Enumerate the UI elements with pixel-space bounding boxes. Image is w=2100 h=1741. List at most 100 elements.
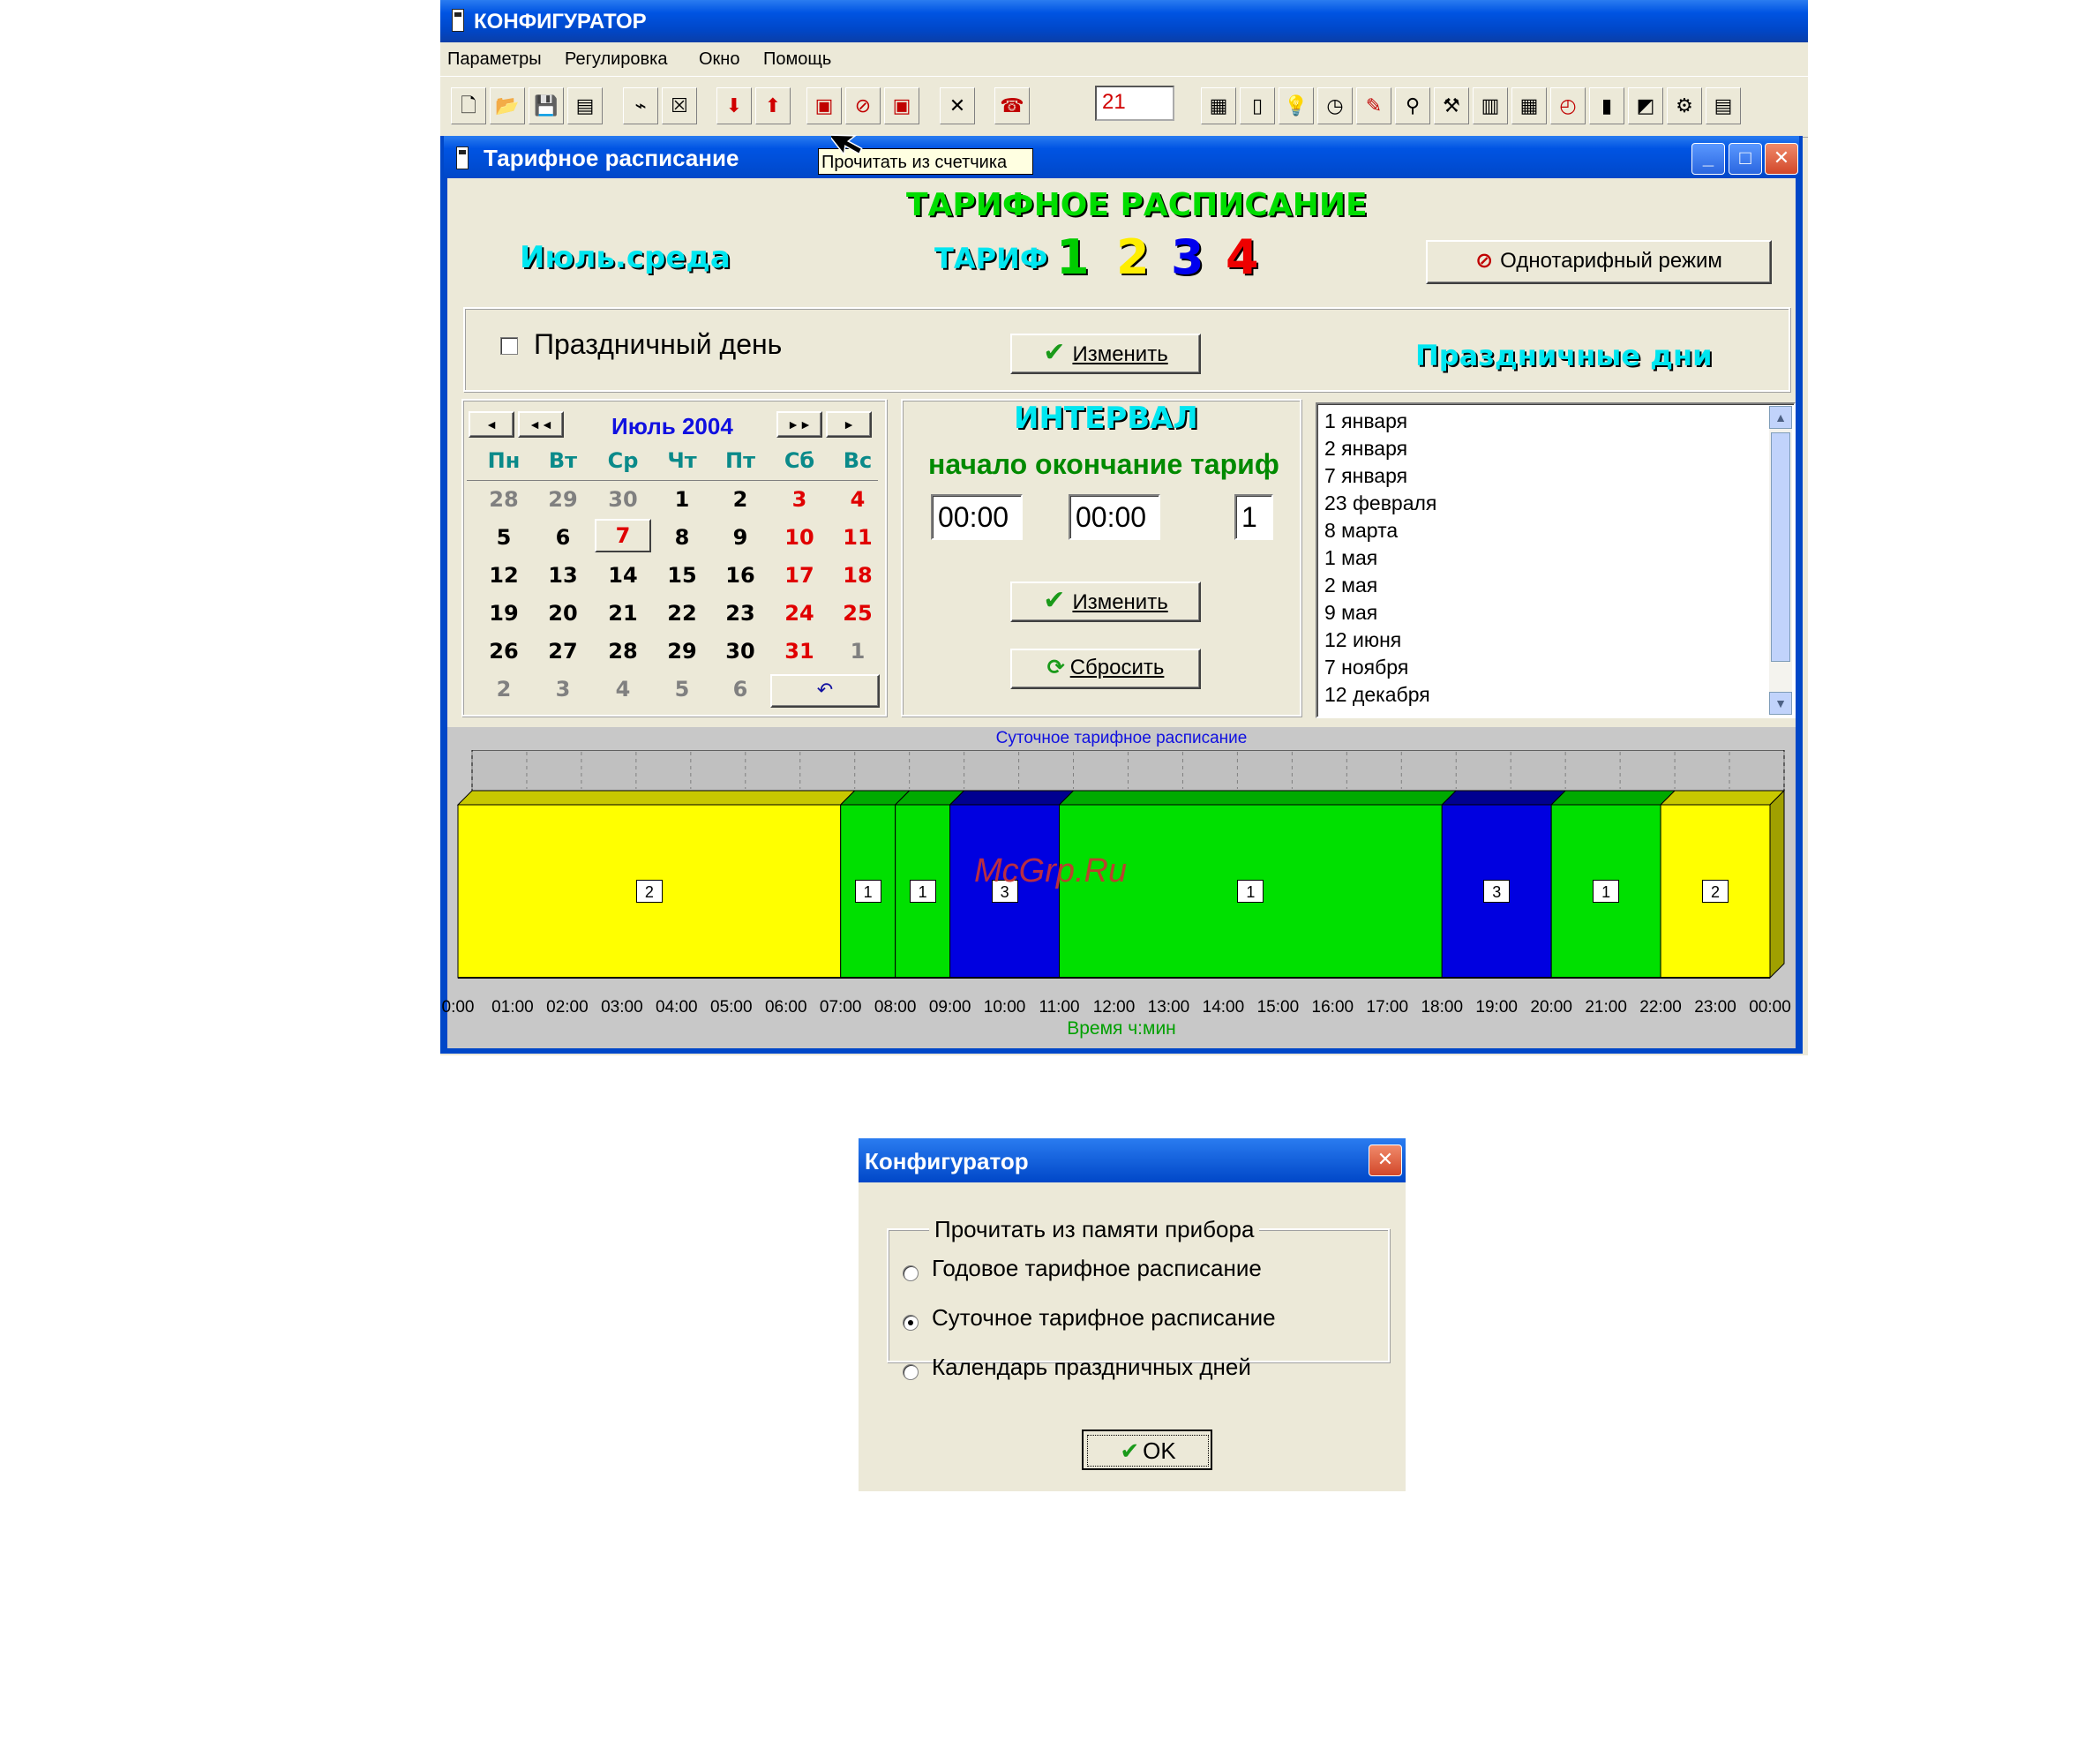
calendar-day[interactable]: 14	[596, 563, 649, 588]
calendar-day[interactable]: 21	[596, 601, 649, 626]
calculator-icon[interactable]: ▥	[1473, 87, 1508, 124]
child-titlebar[interactable]: Тарифное расписание _ □ ✕	[444, 136, 1799, 178]
calendar-day[interactable]: 28	[477, 487, 530, 512]
calendar-day[interactable]: 19	[477, 601, 530, 626]
calendar-day[interactable]: 3	[536, 677, 589, 702]
scroll-down-icon[interactable]: ▼	[1769, 692, 1792, 715]
calendar-day[interactable]: 30	[596, 487, 649, 512]
calendar-day-selected[interactable]: 7	[595, 519, 651, 552]
calendar-day[interactable]: 27	[536, 639, 589, 664]
radio-label[interactable]: Суточное тарифное расписание	[932, 1304, 1276, 1332]
calendar-day[interactable]: 13	[536, 563, 589, 588]
calendar-day[interactable]: 31	[773, 639, 826, 664]
scroll-thumb[interactable]	[1771, 432, 1790, 662]
app-titlebar[interactable]: КОНФИГУРАТОР	[440, 0, 1808, 42]
holiday-list-item[interactable]: 1 января	[1324, 409, 1407, 433]
phone-icon[interactable]: ☎	[994, 87, 1030, 124]
calendar-day[interactable]: 5	[477, 525, 530, 550]
calendar-day[interactable]: 4	[596, 677, 649, 702]
menu-parameters[interactable]: Параметры	[447, 49, 542, 70]
clock-icon[interactable]: ◴	[1550, 87, 1586, 124]
stop-icon[interactable]: ⊘	[845, 87, 881, 124]
minimize-button[interactable]: _	[1691, 143, 1725, 175]
new-file-icon[interactable]: 🗋	[451, 87, 486, 124]
radio-button[interactable]	[903, 1265, 919, 1281]
holiday-list-item[interactable]: 2 января	[1324, 437, 1407, 461]
calendar-day[interactable]: 3	[773, 487, 826, 512]
calendar-day[interactable]: 6	[714, 677, 767, 702]
calendar-day[interactable]: 1	[656, 487, 709, 512]
interval-tariff-input[interactable]: 1	[1234, 494, 1273, 540]
save-icon[interactable]: 💾	[529, 87, 564, 124]
dialog-close-icon[interactable]: ✕	[1369, 1144, 1402, 1176]
prev-month-button[interactable]: ◄	[469, 411, 514, 438]
reset-interval-button[interactable]: ⟳ Сбросить	[1010, 649, 1201, 689]
holiday-list-item[interactable]: 9 мая	[1324, 601, 1377, 625]
calendar-day[interactable]: 8	[656, 525, 709, 550]
next-month-button[interactable]: ►	[826, 411, 872, 438]
holiday-list-item[interactable]: 23 февраля	[1324, 492, 1436, 515]
calendar-day[interactable]: 29	[656, 639, 709, 664]
calendar-day[interactable]: 6	[536, 525, 589, 550]
holiday-list-item[interactable]: 12 июня	[1324, 628, 1401, 652]
calendar-day[interactable]: 4	[831, 487, 884, 512]
holiday-list-item[interactable]: 8 марта	[1324, 519, 1398, 543]
menu-window[interactable]: Окно	[699, 49, 739, 70]
calendar-day[interactable]: 20	[536, 601, 589, 626]
device-icon[interactable]: ▯	[1240, 87, 1275, 124]
change-interval-button[interactable]: ✔ Изменить	[1010, 582, 1201, 622]
calendar-day[interactable]: 25	[831, 601, 884, 626]
holidays-scrollbar[interactable]: ▲ ▼	[1769, 406, 1792, 715]
connect-icon[interactable]: ⌁	[623, 87, 658, 124]
calendar-day[interactable]: 18	[831, 563, 884, 588]
radio-label[interactable]: Календарь праздничных дней	[932, 1354, 1251, 1381]
meter-list-icon[interactable]: ▦	[1201, 87, 1236, 124]
calendar-day[interactable]: 29	[536, 487, 589, 512]
properties-icon[interactable]: ▤	[567, 87, 603, 124]
holidays-listbox[interactable]: 1 января 2 января 7 января 23 февраля 8 март…	[1316, 402, 1796, 718]
disconnect-icon[interactable]: ☒	[662, 87, 697, 124]
holiday-checkbox[interactable]	[500, 337, 518, 355]
download-icon[interactable]: ⬇	[716, 87, 752, 124]
calendar-day[interactable]: 1	[831, 639, 884, 664]
holiday-list-item[interactable]: 1 мая	[1324, 546, 1377, 570]
calendar-day[interactable]: 15	[656, 563, 709, 588]
graph-icon[interactable]: ◩	[1628, 87, 1663, 124]
lamp-icon[interactable]: 💡	[1279, 87, 1314, 124]
single-tariff-button[interactable]: ⊘ Однотарифный режим	[1426, 240, 1772, 284]
dialog-titlebar[interactable]: Конфигуратор ✕	[859, 1138, 1406, 1182]
next-year-button[interactable]: ►►	[776, 411, 822, 438]
delete-icon[interactable]: ✕	[940, 87, 975, 124]
radio-button[interactable]	[903, 1364, 919, 1380]
calendar-day[interactable]: 9	[714, 525, 767, 550]
scroll-up-icon[interactable]: ▲	[1769, 406, 1792, 429]
menu-help[interactable]: Помощь	[763, 49, 831, 70]
holiday-list-item[interactable]: 7 ноября	[1324, 656, 1408, 679]
holiday-list-item[interactable]: 12 декабря	[1324, 683, 1430, 707]
interval-start-input[interactable]: 00:00	[931, 494, 1023, 540]
upload-icon[interactable]: ⬆	[755, 87, 791, 124]
interval-end-input[interactable]: 00:00	[1069, 494, 1160, 540]
calendar-day[interactable]: 2	[477, 677, 530, 702]
tools-icon[interactable]: ⚒	[1434, 87, 1469, 124]
calendar-day[interactable]: 16	[714, 563, 767, 588]
change-holiday-button[interactable]: ✔ Изменить	[1010, 334, 1201, 374]
calendar-day[interactable]: 10	[773, 525, 826, 550]
radio-button[interactable]	[903, 1315, 919, 1331]
table-icon[interactable]: ▤	[1706, 87, 1741, 124]
ok-button[interactable]: ✔ OK	[1082, 1430, 1212, 1470]
pencil-icon[interactable]: ✎	[1356, 87, 1391, 124]
settings-icon[interactable]: ⚙	[1667, 87, 1702, 124]
calendar-undo-button[interactable]: ↶	[770, 674, 880, 708]
holiday-list-item[interactable]: 2 мая	[1324, 574, 1377, 597]
menu-regulation[interactable]: Регулировка	[565, 49, 667, 70]
prev-year-button[interactable]: ◄◄	[518, 411, 564, 438]
calendar-day[interactable]: 5	[656, 677, 709, 702]
calendar-day[interactable]: 11	[831, 525, 884, 550]
close-icon[interactable]: ✕	[1765, 143, 1798, 175]
calendar-day[interactable]: 23	[714, 601, 767, 626]
calendar-day[interactable]: 22	[656, 601, 709, 626]
open-folder-icon[interactable]: 📂	[490, 87, 525, 124]
bulb-icon[interactable]: ⚲	[1395, 87, 1430, 124]
holiday-list-item[interactable]: 7 января	[1324, 464, 1407, 488]
